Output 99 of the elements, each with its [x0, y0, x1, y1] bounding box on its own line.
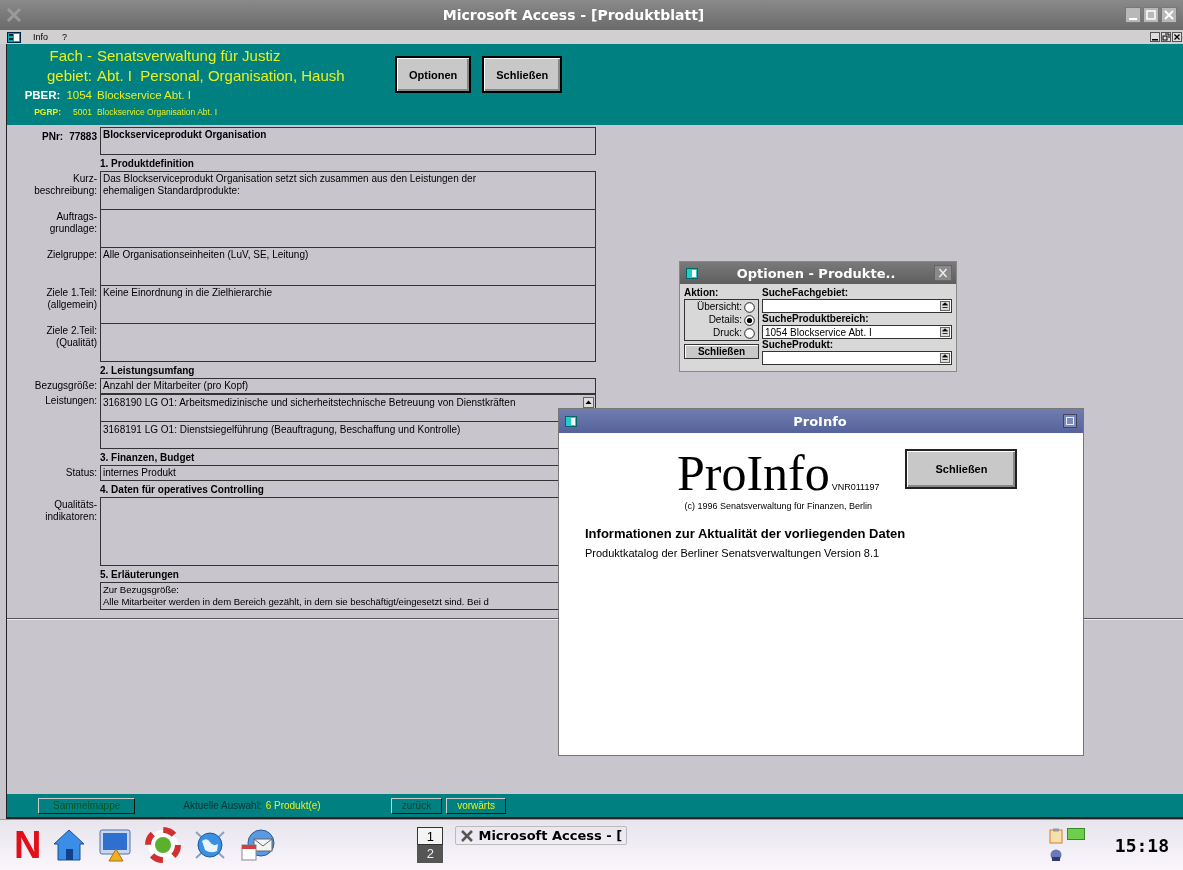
- restore-icon[interactable]: [1161, 32, 1171, 42]
- form-icon[interactable]: [7, 31, 21, 43]
- text-field[interactable]: Anzahl der Mitarbeiter (pro Kopf): [100, 378, 596, 394]
- text-field[interactable]: Blockserviceprodukt Organisation: [100, 127, 596, 155]
- product-number: 77883: [69, 131, 97, 144]
- window-title: Microsoft Access - [Produktblatt]: [441, 7, 706, 23]
- list-row[interactable]: 3168190 LG O1: Arbeitsmedizinische und sicherheitstechnische Betreuung von Dienstkräften: [100, 394, 596, 422]
- dropdown-arrow-icon[interactable]: [940, 327, 950, 337]
- desktop-pager-button[interactable]: 1: [417, 827, 444, 845]
- scroll-up-icon[interactable]: [583, 397, 594, 408]
- dropdown-field[interactable]: [762, 351, 952, 365]
- section-heading: 1. Produktdefinition: [100, 157, 195, 171]
- field-label: Status:: [65, 467, 97, 479]
- radio-button[interactable]: [744, 327, 755, 339]
- product-title: Blockserviceprodukt Organisation: [103, 129, 267, 140]
- field-value: Keine Einordnung in die Zielhierarchie: [103, 287, 272, 299]
- version-label: VNR011197: [831, 482, 880, 492]
- radio-button[interactable]: [744, 314, 755, 326]
- x-logo-icon: [460, 828, 475, 843]
- dropdown-field[interactable]: [762, 299, 952, 313]
- field-value: 1054: [66, 88, 92, 103]
- forward-button[interactable]: vorwärts: [446, 797, 506, 814]
- close-button[interactable]: Schließen: [684, 344, 759, 359]
- info-heading: Informationen zur Aktualität der vorliegenden Daten: [585, 526, 907, 541]
- clipboard-icon[interactable]: [1048, 828, 1063, 844]
- menu-item[interactable]: Info: [31, 32, 50, 42]
- copyright-text: (c) 1996 Senatsverwaltung für Finanzen, Berlin: [684, 501, 873, 511]
- field-value: 1054 Blockservice Abt. I: [765, 326, 872, 338]
- section-heading: 4. Daten für operatives Controlling: [100, 483, 265, 497]
- field-value: Anzahl der Mitarbeiter (pro Kopf): [103, 380, 249, 392]
- launcher-logo[interactable]: N: [14, 825, 42, 865]
- field-value: Blockservice Abt. I: [97, 88, 192, 103]
- maximize-icon[interactable]: [1143, 7, 1159, 23]
- text-field[interactable]: Das Blockserviceprodukt Organisation setzt sich zusammen aus den Leistungen der ehemaligen Standardprodukte:: [100, 171, 596, 210]
- text-field[interactable]: Keine Einordnung in die Zielhierarchie: [100, 285, 596, 324]
- field-value: Das Blockserviceprodukt Organisation setzt sich zusammen aus den Leistungen der: [103, 173, 476, 185]
- lifebuoy-icon[interactable]: [145, 827, 182, 863]
- field-label: PNr:: [42, 131, 64, 144]
- dropdown-field[interactable]: 1054 Blockservice Abt. I: [762, 325, 952, 339]
- group-label: Aktion:: [684, 287, 720, 298]
- field-value: 3168190 LG O1: Arbeitsmedizinische und sicherheitstechnische Betreuung von Dienstkräften: [103, 397, 516, 409]
- selection-count: 6 Produkt(e): [265, 800, 321, 811]
- text-field[interactable]: Alle Organisationseinheiten (LuV, SE, Leitung): [100, 247, 596, 286]
- info-text: Produktkatalog der Berliner Senatsverwaltungen Version 8.1: [585, 547, 881, 559]
- field-value: ehemaligen Standardprodukte:: [103, 185, 240, 197]
- text-field[interactable]: [100, 209, 596, 248]
- app-name: ProInfo: [677, 447, 830, 499]
- maximize-icon[interactable]: [1063, 414, 1077, 428]
- clock: 15:18: [1114, 834, 1169, 856]
- field-label: Kurz- beschreibung:: [34, 173, 97, 197]
- field-value: Abt. I Personal, Organisation, Haush: [97, 66, 346, 86]
- field-label: gebiet:: [46, 66, 92, 86]
- field-value: Senatsverwaltung für Justiz: [97, 46, 282, 66]
- section-heading: 2. Leistungsumfang: [100, 364, 196, 378]
- display-icon[interactable]: [1066, 828, 1085, 840]
- dialog-title: Optionen - Produkte..: [735, 265, 897, 281]
- text-field[interactable]: [100, 323, 596, 362]
- radio-label: Details:: [708, 314, 742, 326]
- field-label: Qualitäts- indikatoren:: [45, 499, 97, 523]
- field-value: internes Produkt: [103, 467, 176, 479]
- form-icon: [565, 415, 577, 427]
- radio-label: Übersicht:: [697, 301, 742, 313]
- minimize-icon[interactable]: [1150, 32, 1160, 42]
- field-value: 5001: [73, 106, 92, 119]
- field-label: SucheProdukt:: [762, 339, 835, 351]
- close-button[interactable]: Schließen: [905, 449, 1018, 489]
- field-label: SucheProduktbereich:: [762, 313, 870, 325]
- dropdown-arrow-icon[interactable]: [940, 353, 950, 363]
- options-button[interactable]: Optionen: [395, 56, 472, 93]
- field-value: Alle Mitarbeiter werden in dem Bereich gezählt, in dem sie beschäftigt/eingesetzt sind. Bei d: [103, 596, 489, 608]
- field-label: Bezugsgröße:: [34, 380, 97, 392]
- form-icon: [686, 267, 698, 279]
- field-label: Ziele 1.Teil: (allgemein): [46, 287, 97, 311]
- close-icon[interactable]: [1172, 32, 1182, 42]
- dropdown-arrow-icon[interactable]: [940, 301, 950, 311]
- field-value: Blockservice Organisation Abt. I: [97, 106, 218, 119]
- field-value: Alle Organisationseinheiten (LuV, SE, Leitung): [103, 249, 309, 261]
- section-heading: 3. Finanzen, Budget: [100, 451, 196, 465]
- radio-label: Druck:: [713, 327, 742, 339]
- field-label: Leistungen:: [45, 395, 97, 407]
- mail-calendar-icon[interactable]: [239, 827, 278, 863]
- selection-label: Aktuelle Auswahl:: [183, 800, 262, 811]
- field-value: Zur Bezugsgröße:: [103, 584, 179, 596]
- field-label: PGRP:: [34, 106, 62, 119]
- field-label: PBER:: [24, 88, 61, 103]
- desktop-pager-button[interactable]: 2: [417, 845, 444, 863]
- close-button[interactable]: Schließen: [482, 56, 563, 93]
- field-label: Ziele 2.Teil: (Qualität): [46, 325, 97, 349]
- dialog-title: ProInfo: [792, 413, 848, 429]
- x-logo-icon: [6, 7, 22, 23]
- menu-item[interactable]: ?: [60, 32, 70, 42]
- task-button[interactable]: Microsoft Access - [: [455, 826, 628, 845]
- field-label: Auftrags- grundlage:: [49, 211, 97, 235]
- field-label: SucheFachgebiet:: [762, 287, 850, 299]
- field-label: Fach -: [49, 46, 92, 66]
- field-value: 3168191 LG O1: Dienstsiegelführung (Beauftragung, Beschaffung und Kontrolle): [103, 424, 461, 436]
- field-label: Zielgruppe:: [46, 249, 97, 261]
- section-heading: 5. Erläuterungen: [100, 568, 180, 582]
- radio-button[interactable]: [744, 301, 755, 313]
